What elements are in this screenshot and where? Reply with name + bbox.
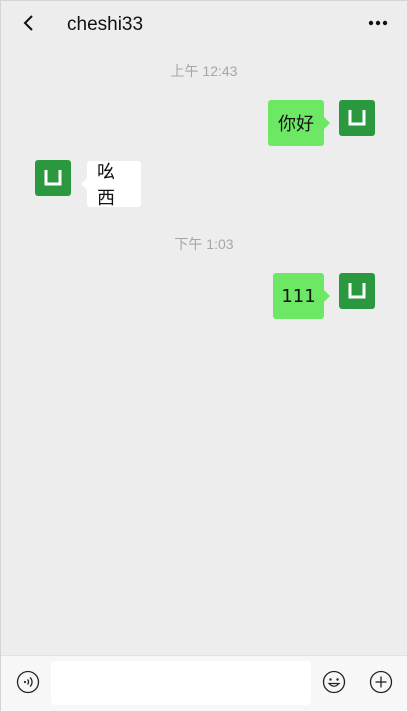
voice-icon — [16, 670, 40, 694]
message-text: 吆西 — [97, 162, 115, 209]
message-input[interactable] — [51, 661, 311, 705]
avatar-u-icon — [348, 283, 366, 299]
message-text: 你好 — [278, 114, 314, 135]
received-message-bubble[interactable]: 吆西 — [81, 161, 141, 209]
message-text: 111 — [281, 285, 316, 307]
chat-header: cheshi33 — [1, 1, 407, 47]
message-timestamp: 下午 1:03 — [174, 236, 234, 252]
my-avatar[interactable] — [339, 100, 375, 136]
message-timestamp: 上午 12:43 — [170, 63, 238, 79]
input-bar — [1, 655, 407, 711]
ellipsis-icon — [368, 20, 388, 26]
contact-avatar[interactable] — [35, 160, 71, 196]
back-button[interactable] — [15, 9, 43, 37]
avatar-u-icon — [44, 170, 62, 186]
emoji-icon — [322, 670, 346, 694]
my-avatar[interactable] — [339, 273, 375, 309]
emoji-button[interactable] — [321, 669, 347, 695]
more-options-button[interactable] — [363, 9, 393, 37]
voice-button[interactable] — [15, 669, 41, 695]
sent-message-bubble[interactable]: 111 — [273, 273, 330, 319]
chevron-left-icon — [23, 15, 33, 31]
avatar-u-icon — [348, 110, 366, 126]
plus-icon — [369, 670, 393, 694]
chat-title: cheshi33 — [67, 14, 144, 35]
message-list[interactable]: 上午 12:43 你好 吆西 下午 1:03 111 — [1, 47, 407, 655]
sent-message-bubble[interactable]: 你好 — [268, 100, 330, 146]
chat-window: cheshi33 上午 12:43 你好 吆西 下午 1:03 111 — [0, 0, 408, 712]
more-functions-button[interactable] — [368, 669, 394, 695]
